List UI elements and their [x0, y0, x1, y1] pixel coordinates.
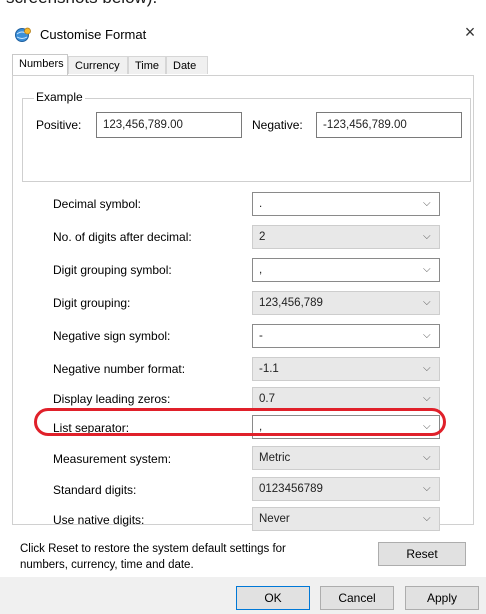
negative-number-format-select[interactable]: -1.1 ⌵ [252, 357, 440, 381]
native-digits-value: Never [259, 513, 290, 525]
digits-after-decimal-value: 2 [259, 231, 266, 243]
decimal-symbol-label: Decimal symbol: [53, 197, 142, 211]
chevron-down-icon: ⌵ [423, 363, 431, 374]
chevron-down-icon: ⌵ [423, 513, 431, 524]
digit-grouping-select[interactable]: 123,456,789 ⌵ [252, 291, 440, 315]
digit-grouping-symbol-value: , [259, 264, 263, 276]
digit-grouping-symbol-combo[interactable]: , ⌵ [252, 258, 440, 282]
list-separator-combo[interactable]: , ⌵ [252, 415, 440, 439]
close-button[interactable]: × [460, 22, 480, 42]
dialog-title: Customise Format [40, 27, 147, 42]
negative-sign-symbol-combo[interactable]: - ⌵ [252, 324, 440, 348]
globe-settings-icon [15, 27, 31, 42]
digits-after-decimal-label: No. of digits after decimal: [53, 230, 192, 244]
tab-time[interactable]: Time [128, 56, 166, 74]
reset-instructions: Click Reset to restore the system defaul… [20, 543, 286, 571]
chevron-down-icon: ⌵ [423, 452, 431, 463]
chevron-down-icon: ⌵ [423, 198, 431, 209]
negative-sign-symbol-value: - [259, 330, 263, 342]
leading-zeros-value: 0.7 [259, 393, 275, 405]
positive-label: Positive: [36, 118, 82, 132]
standard-digits-select[interactable]: 0123456789 ⌵ [252, 477, 440, 501]
chevron-down-icon: ⌵ [423, 330, 431, 341]
native-digits-select[interactable]: Never ⌵ [252, 507, 440, 531]
leading-zeros-select[interactable]: 0.7 ⌵ [252, 387, 440, 411]
decimal-symbol-value: . [259, 198, 263, 210]
chevron-down-icon: ⌵ [423, 421, 431, 432]
list-separator-value: , [259, 421, 263, 433]
apply-button[interactable]: Apply [405, 586, 479, 610]
native-digits-label: Use native digits: [53, 513, 145, 527]
ok-button[interactable]: OK [236, 586, 310, 610]
standard-digits-label: Standard digits: [53, 483, 137, 497]
reset-button[interactable]: Reset [378, 542, 466, 566]
digit-grouping-symbol-label: Digit grouping symbol: [53, 263, 172, 277]
tab-numbers[interactable]: Numbers [12, 54, 68, 75]
list-separator-label: List separator: [53, 421, 130, 435]
chevron-down-icon: ⌵ [423, 483, 431, 494]
negative-example-field: -123,456,789.00 [316, 112, 462, 138]
tab-date[interactable]: Date [166, 56, 208, 74]
chevron-down-icon: ⌵ [423, 393, 431, 404]
negative-label: Negative: [252, 118, 303, 132]
standard-digits-value: 0123456789 [259, 483, 323, 495]
digits-after-decimal-select[interactable]: 2 ⌵ [252, 225, 440, 249]
cancel-button[interactable]: Cancel [320, 586, 394, 610]
chevron-down-icon: ⌵ [423, 297, 431, 308]
example-legend: Example [34, 90, 85, 104]
leading-zeros-label: Display leading zeros: [53, 392, 171, 406]
measurement-system-value: Metric [259, 452, 291, 464]
negative-sign-symbol-label: Negative sign symbol: [53, 329, 171, 343]
chevron-down-icon: ⌵ [423, 231, 431, 242]
digit-grouping-label: Digit grouping: [53, 296, 131, 310]
positive-example-field: 123,456,789.00 [96, 112, 242, 138]
decimal-symbol-combo[interactable]: . ⌵ [252, 192, 440, 216]
chevron-down-icon: ⌵ [423, 264, 431, 275]
tab-currency[interactable]: Currency [68, 56, 128, 74]
negative-number-format-value: -1.1 [259, 363, 279, 375]
measurement-system-select[interactable]: Metric ⌵ [252, 446, 440, 470]
digit-grouping-value: 123,456,789 [259, 297, 323, 309]
page-fragment-text: screenshots below). [6, 0, 157, 8]
measurement-system-label: Measurement system: [53, 452, 172, 466]
negative-number-format-label: Negative number format: [53, 362, 186, 376]
example-group [22, 98, 471, 182]
